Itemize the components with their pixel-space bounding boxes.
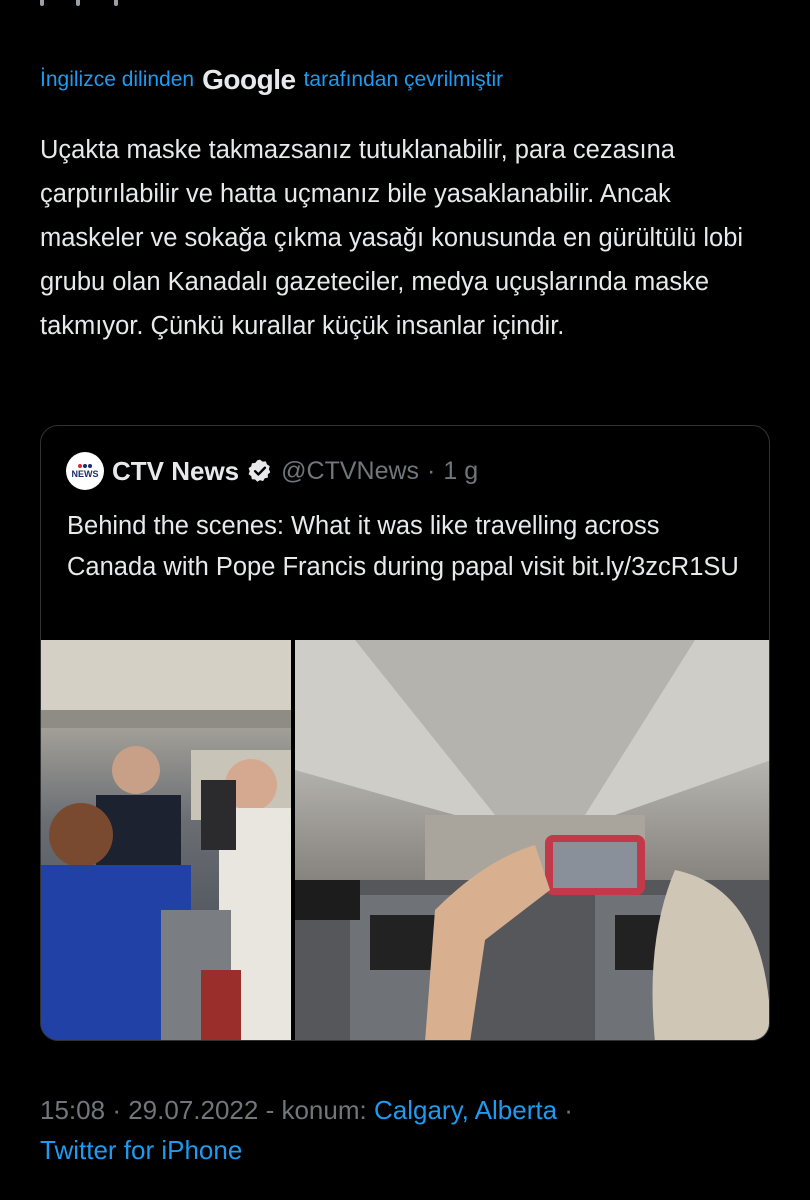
photo-cabin-journalists-illustration xyxy=(295,640,769,1040)
tweet-time[interactable]: 15:08 xyxy=(40,1095,105,1125)
verified-badge-icon xyxy=(248,459,271,482)
header-separator: · xyxy=(427,456,436,485)
media-photo-cabin-journalists[interactable] xyxy=(295,640,769,1040)
quoted-author-handle[interactable]: @CTVNews xyxy=(281,457,419,486)
translated-by-label[interactable]: tarafından çevrilmiştir xyxy=(304,68,504,92)
google-logo: Google xyxy=(202,64,296,95)
photo-pope-greeting-illustration xyxy=(41,640,291,1040)
quoted-tweet-header: NEWS CTV News @CTVNews · 1 g xyxy=(66,452,478,490)
meta-separator: · xyxy=(112,1095,121,1125)
quoted-tweet-card[interactable]: NEWS CTV News @CTVNews · 1 g Behind the … xyxy=(40,425,770,1041)
ctv-logo-dots xyxy=(78,463,92,468)
quoted-tweet-text: Behind the scenes: What it was like trav… xyxy=(67,512,739,581)
location-prefix: - konum: xyxy=(265,1095,367,1125)
source-app-link[interactable]: Twitter for iPhone xyxy=(40,1135,242,1165)
quoted-timestamp[interactable]: 1 g xyxy=(443,457,478,486)
ctv-news-logo[interactable]: NEWS xyxy=(66,452,104,490)
ctv-logo-text: NEWS xyxy=(71,468,99,479)
tweet-date[interactable]: 29.07.2022 xyxy=(128,1095,258,1125)
previous-content-edge xyxy=(40,0,160,6)
tweet-text: Uçakta maske takmazsanız tutuklanabilir,… xyxy=(40,136,744,340)
media-photo-pope-greeting[interactable] xyxy=(41,640,291,1040)
quoted-author-name[interactable]: CTV News xyxy=(112,456,239,487)
tweet-metadata: 15:08 · 29.07.2022 - konum: Calgary, Alb… xyxy=(40,1090,780,1170)
translation-attribution: İngilizce dilinden Google tarafından çev… xyxy=(40,62,503,98)
translated-from-label[interactable]: İngilizce dilinden xyxy=(40,68,194,92)
meta-separator: · xyxy=(564,1095,573,1125)
location-link[interactable]: Calgary, Alberta xyxy=(374,1095,557,1125)
